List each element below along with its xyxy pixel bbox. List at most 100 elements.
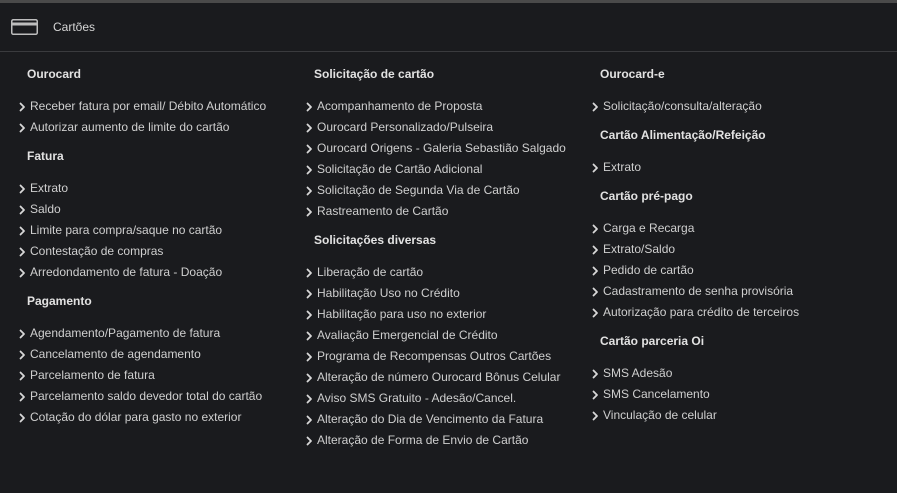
menu-item-alteracao-de-forma-de-envio-de-cartao[interactable]: Alteração de Forma de Envio de Cartão <box>305 429 590 450</box>
menu-item-label: Ourocard Personalizado/Pulseira <box>317 119 494 134</box>
menu-item-alteracao-de-numero-ourocard-bonus-celular[interactable]: Alteração de número Ourocard Bônus Celul… <box>305 366 590 387</box>
chevron-right-icon <box>18 122 27 132</box>
chevron-right-icon <box>18 412 27 422</box>
menu-item-alteracao-do-dia-de-vencimento-da-fatura[interactable]: Alteração do Dia de Vencimento da Fatura <box>305 408 590 429</box>
menu-item-label: Extrato <box>30 180 69 195</box>
menu-item-label: Alteração do Dia de Vencimento da Fatura <box>317 411 544 426</box>
menu-item-cancelamento-de-agendamento[interactable]: Cancelamento de agendamento <box>18 343 303 364</box>
menu-item-label: Alteração de Forma de Envio de Cartão <box>317 432 529 447</box>
menu-column-1: Ourocard Receber fatura por email/ Débito… <box>18 66 303 439</box>
section-title: Solicitação de cartão <box>314 67 435 81</box>
chevron-right-icon <box>591 101 600 111</box>
menu-item-agendamento-pagamento-de-fatura[interactable]: Agendamento/Pagamento de fatura <box>18 322 303 343</box>
chevron-right-icon <box>305 288 314 298</box>
menu-item-ourocard-origens-galeria-sebastiao-salgado[interactable]: Ourocard Origens - Galeria Sebastião Sal… <box>305 137 590 158</box>
credit-card-icon[interactable] <box>11 19 38 35</box>
menu-item-solicitacao-consulta-alteracao[interactable]: Solicitação/consulta/alteração <box>591 95 891 116</box>
menu-item-label: Pedido de cartão <box>603 262 694 277</box>
menu-section-fatura: Fatura Extrato Saldo Limite para compra/saq… <box>18 149 303 282</box>
menu-item-vinculacao-de-celular[interactable]: Vinculação de celular <box>591 404 891 425</box>
menu-item-label: Cadastramento de senha provisória <box>603 283 794 298</box>
chevron-right-icon <box>591 410 600 420</box>
chevron-right-icon <box>18 101 27 111</box>
menu-item-habilitacao-para-uso-no-exterior[interactable]: Habilitação para uso no exterior <box>305 303 590 324</box>
menu-item-label: Agendamento/Pagamento de fatura <box>30 325 221 340</box>
chevron-right-icon <box>305 185 314 195</box>
menu-item-solicitacao-de-segunda-via-de-cartao[interactable]: Solicitação de Segunda Via de Cartão <box>305 179 590 200</box>
menu-item-label: Autorizar aumento de limite do cartão <box>30 119 230 134</box>
chevron-right-icon <box>18 204 27 214</box>
menu-item-parcelamento-saldo-devedor-total-do-cartao[interactable]: Parcelamento saldo devedor total do cart… <box>18 385 303 406</box>
section-title: Cartão parceria Oi <box>600 334 705 348</box>
menu-item-limite-para-compra-saque-no-cartao[interactable]: Limite para compra/saque no cartão <box>18 219 303 240</box>
menu-item-label: Extrato <box>603 159 642 174</box>
menu-item-label: Contestação de compras <box>30 243 164 258</box>
menu-item-sms-adesao[interactable]: SMS Adesão <box>591 362 891 383</box>
chevron-right-icon <box>305 267 314 277</box>
menu-item-label: Carga e Recarga <box>603 220 695 235</box>
menu-item-label: Avaliação Emergencial de Crédito <box>317 327 498 342</box>
chevron-right-icon <box>305 143 314 153</box>
menu-section-solicitacoes-diversas: Solicitações diversas Liberação de cartão… <box>305 233 590 450</box>
menu-item-label: SMS Cancelamento <box>603 386 710 401</box>
chevron-right-icon <box>18 225 27 235</box>
menu-column-3: Ourocard-e Solicitação/consulta/alteração… <box>591 66 891 437</box>
chevron-right-icon <box>18 183 27 193</box>
menu-item-parcelamento-de-fatura[interactable]: Parcelamento de fatura <box>18 364 303 385</box>
chevron-right-icon <box>591 162 600 172</box>
chevron-right-icon <box>591 244 600 254</box>
menu-item-saldo[interactable]: Saldo <box>18 198 303 219</box>
menu-item-pedido-de-cartao[interactable]: Pedido de cartão <box>591 259 891 280</box>
chevron-right-icon <box>305 206 314 216</box>
menu-item-label: Aviso SMS Gratuito - Adesão/Cancel. <box>317 390 517 405</box>
chevron-right-icon <box>591 368 600 378</box>
menu-item-autorizacao-para-credito-de-terceiros[interactable]: Autorização para crédito de terceiros <box>591 301 891 322</box>
chevron-right-icon <box>591 389 600 399</box>
section-title: Pagamento <box>27 294 92 308</box>
chevron-right-icon <box>18 246 27 256</box>
menu-item-solicitacao-de-cartao-adicional[interactable]: Solicitação de Cartão Adicional <box>305 158 590 179</box>
menu-section-pagamento: Pagamento Agendamento/Pagamento de fatura… <box>18 294 303 427</box>
chevron-right-icon <box>18 328 27 338</box>
menu-item-acompanhamento-de-proposta[interactable]: Acompanhamento de Proposta <box>305 95 590 116</box>
menu-item-label: Receber fatura por email/ Débito Automát… <box>30 98 267 113</box>
menu-item-label: Limite para compra/saque no cartão <box>30 222 223 237</box>
menu-item-arredondamento-de-fatura-doacao[interactable]: Arredondamento de fatura - Doação <box>18 261 303 282</box>
chevron-right-icon <box>18 370 27 380</box>
menu-item-extrato-saldo[interactable]: Extrato/Saldo <box>591 238 891 259</box>
menu-item-label: Parcelamento de fatura <box>30 367 155 382</box>
section-title: Cartão Alimentação/Refeição <box>600 128 766 142</box>
menu-item-extrato[interactable]: Extrato <box>18 177 303 198</box>
menu-item-autorizar-aumento-de-limite-do-cartao[interactable]: Autorizar aumento de limite do cartão <box>18 116 303 137</box>
menu-section-ourocard: Ourocard Receber fatura por email/ Débito… <box>18 67 303 137</box>
menu-item-liberacao-de-cartao[interactable]: Liberação de cartão <box>305 261 590 282</box>
menu-item-label: Cancelamento de agendamento <box>30 346 201 361</box>
menu-item-avaliacao-emergencial-de-credito[interactable]: Avaliação Emergencial de Crédito <box>305 324 590 345</box>
menu-item-ourocard-personalizado-pulseira[interactable]: Ourocard Personalizado/Pulseira <box>305 116 590 137</box>
menu-column-2: Solicitação de cartão Acompanhamento de P… <box>305 66 590 462</box>
menu-item-label: Alteração de número Ourocard Bônus Celul… <box>317 369 561 384</box>
menu-item-cotacao-do-dolar-para-gasto-no-exterior[interactable]: Cotação do dólar para gasto no exterior <box>18 406 303 427</box>
menu-item-label: Habilitação Uso no Crédito <box>317 285 460 300</box>
menu-item-habilitacao-uso-no-credito[interactable]: Habilitação Uso no Crédito <box>305 282 590 303</box>
menu-section-cartao-alimentacao-refeicao: Cartão Alimentação/Refeição Extrato <box>591 128 891 177</box>
menu-item-carga-e-recarga[interactable]: Carga e Recarga <box>591 217 891 238</box>
menu-item-aviso-sms-gratuito-adesao-cancel[interactable]: Aviso SMS Gratuito - Adesão/Cancel. <box>305 387 590 408</box>
menu-item-contestacao-de-compras[interactable]: Contestação de compras <box>18 240 303 261</box>
chevron-right-icon <box>591 265 600 275</box>
menu-item-rastreamento-de-cartao[interactable]: Rastreamento de Cartão <box>305 200 590 221</box>
menu-item-label: Solicitação/consulta/alteração <box>603 98 762 113</box>
menu-item-receber-fatura-por-email-debito-automatico[interactable]: Receber fatura por email/ Débito Automát… <box>18 95 303 116</box>
menu-item-label: Vinculação de celular <box>603 407 717 422</box>
chevron-right-icon <box>305 330 314 340</box>
chevron-right-icon <box>305 414 314 424</box>
menu-item-programa-de-recompensas-outros-cartoes[interactable]: Programa de Recompensas Outros Cartões <box>305 345 590 366</box>
menu-item-cadastramento-de-senha-provisoria[interactable]: Cadastramento de senha provisória <box>591 280 891 301</box>
menu-item-label: Saldo <box>30 201 61 216</box>
menu-item-extrato[interactable]: Extrato <box>591 156 891 177</box>
chevron-right-icon <box>18 391 27 401</box>
menu-item-label: Acompanhamento de Proposta <box>317 98 483 113</box>
menu-item-sms-cancelamento[interactable]: SMS Cancelamento <box>591 383 891 404</box>
menu-item-label: Extrato/Saldo <box>603 241 676 256</box>
section-title: Fatura <box>27 149 64 163</box>
